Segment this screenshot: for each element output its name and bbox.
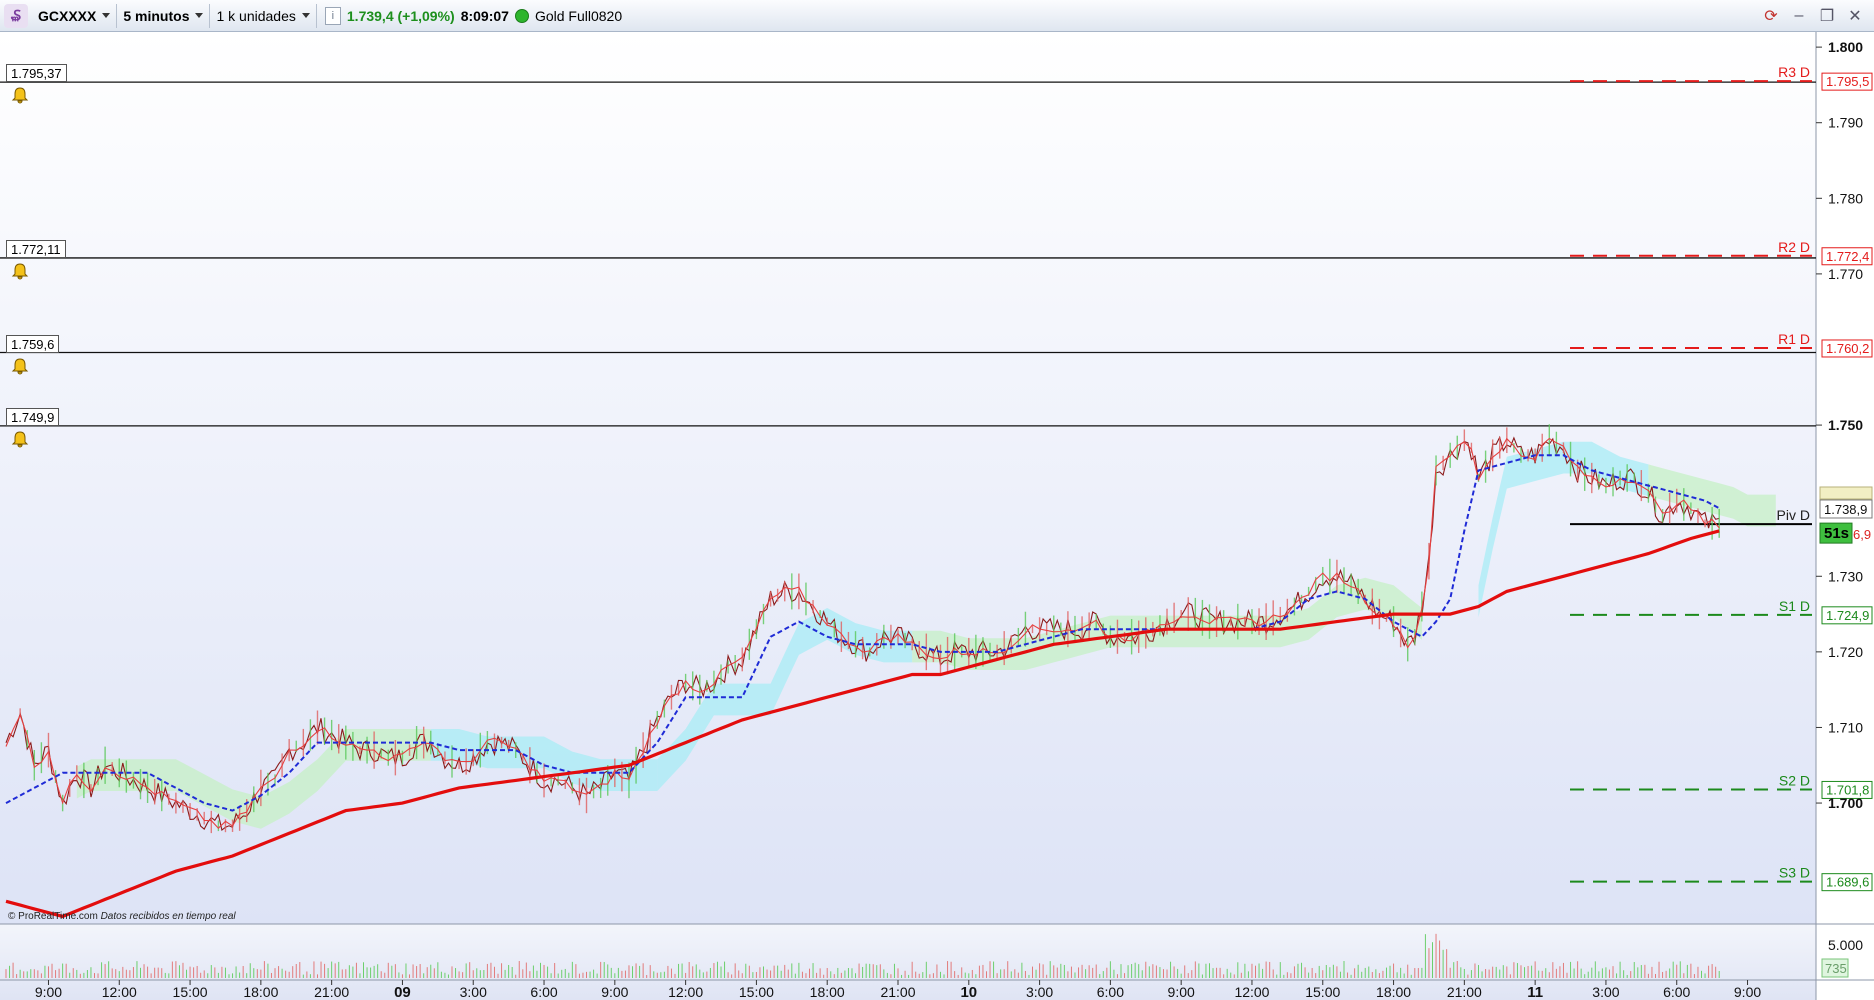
attribution-note: Datos recibidos en tiempo real bbox=[100, 911, 236, 922]
x-tick-label: 18:00 bbox=[1376, 984, 1411, 1000]
x-tick-label: 9:00 bbox=[35, 984, 62, 1000]
pivot-name: S1 D bbox=[1779, 598, 1810, 614]
product-name: Gold Full0820 bbox=[534, 7, 623, 24]
alert-level-label[interactable]: 1.759,6 bbox=[6, 334, 60, 353]
info-icon[interactable]: i bbox=[324, 6, 341, 25]
instrument-label: GCXXXX bbox=[38, 7, 97, 24]
price-chart[interactable]: R3 D 1.795,5 R2 D 1.772,4 R1 D 1.760,2 Piv D S1… bbox=[0, 32, 1874, 1000]
pivot-value-label: 1.772,4 bbox=[1826, 249, 1869, 264]
y-tick-label: 1.770 bbox=[1828, 266, 1863, 282]
x-tick-label: 15:00 bbox=[1305, 984, 1340, 1000]
prorealtime-logo-icon: ₷ bbox=[4, 3, 28, 28]
alert-bell-icon[interactable] bbox=[11, 357, 29, 375]
price-marker-band bbox=[1819, 486, 1873, 500]
partial-price-label: 6,9 bbox=[1853, 527, 1871, 542]
alert-level-label[interactable]: 1.795,37 bbox=[6, 64, 67, 83]
pivot-name: S2 D bbox=[1779, 772, 1810, 788]
volume-axis-tick: 5.000 bbox=[1828, 937, 1863, 953]
attribution-brand: © ProRealTime.com bbox=[8, 911, 98, 922]
close-icon[interactable]: ✕ bbox=[1846, 7, 1864, 25]
pivot-name: Piv D bbox=[1777, 507, 1810, 523]
x-tick-label: 3:00 bbox=[1026, 984, 1053, 1000]
x-tick-label: 12:00 bbox=[1234, 984, 1269, 1000]
timeframe-label: 5 minutos bbox=[123, 7, 190, 24]
last-price: 1.739,4 (+1,09%) bbox=[346, 7, 455, 24]
pivot-name: R1 D bbox=[1778, 331, 1810, 347]
price-markers: 1.738,9 51s 6,9 bbox=[1819, 486, 1873, 544]
pivot-value-label: 1.724,9 bbox=[1826, 608, 1869, 623]
chevron-down-icon bbox=[301, 13, 310, 18]
toolbar: ₷ GCXXXX 5 minutos 1 k unidades i 1.739,… bbox=[0, 0, 1874, 32]
y-tick-label: 1.700 bbox=[1828, 795, 1863, 811]
x-tick-label: 21:00 bbox=[314, 984, 349, 1000]
window-controls: ⟳ – ❐ ✕ bbox=[1762, 7, 1874, 25]
y-tick-label: 1.800 bbox=[1828, 39, 1863, 55]
countdown-label: 51s bbox=[1824, 525, 1849, 542]
restore-icon[interactable]: ❐ bbox=[1818, 7, 1836, 25]
y-tick-label: 1.750 bbox=[1828, 417, 1863, 433]
x-tick-label: 3:00 bbox=[1592, 984, 1619, 1000]
sync-icon[interactable]: ⟳ bbox=[1762, 7, 1780, 25]
pivot-name: S3 D bbox=[1779, 865, 1810, 881]
pivot-value-label: 1.795,5 bbox=[1826, 74, 1869, 89]
x-tick-label: 9:00 bbox=[1734, 984, 1761, 1000]
x-tick-label: 21:00 bbox=[880, 984, 915, 1000]
x-tick-label: 09 bbox=[394, 984, 411, 1000]
volume-current-label: 735 bbox=[1825, 961, 1847, 976]
x-tick-label: 6:00 bbox=[530, 984, 557, 1000]
x-tick-label: 6:00 bbox=[1097, 984, 1124, 1000]
units-label: 1 k unidades bbox=[216, 7, 296, 24]
y-tick-label: 1.710 bbox=[1828, 719, 1863, 735]
y-tick-label: 1.730 bbox=[1828, 568, 1863, 584]
x-tick-label: 11 bbox=[1527, 984, 1543, 1000]
x-tick-label: 6:00 bbox=[1663, 984, 1690, 1000]
realtime-status-icon bbox=[514, 8, 529, 23]
units-selector[interactable]: 1 k unidades bbox=[210, 3, 317, 28]
chevron-down-icon bbox=[195, 13, 204, 18]
current-price-label: 1.738,9 bbox=[1824, 502, 1867, 517]
alert-bell-icon[interactable] bbox=[11, 262, 29, 280]
pivot-name: R3 D bbox=[1778, 64, 1810, 80]
alert-level-label[interactable]: 1.772,11 bbox=[6, 239, 66, 258]
pivot-value-label: 1.760,2 bbox=[1826, 341, 1869, 356]
x-tick-label: 15:00 bbox=[173, 984, 208, 1000]
y-tick-label: 1.790 bbox=[1828, 115, 1863, 131]
timeframe-selector[interactable]: 5 minutos bbox=[117, 3, 211, 28]
instrument-selector[interactable]: GCXXXX bbox=[32, 3, 118, 28]
x-tick-label: 3:00 bbox=[460, 984, 487, 1000]
alert-bell-icon[interactable] bbox=[11, 86, 29, 104]
y-tick-label: 1.720 bbox=[1828, 644, 1863, 660]
x-tick-label: 10 bbox=[960, 984, 977, 1000]
pivot-name: R2 D bbox=[1778, 239, 1810, 255]
minimize-icon[interactable]: – bbox=[1790, 7, 1808, 25]
x-tick-label: 21:00 bbox=[1447, 984, 1482, 1000]
quote-time: 8:09:07 bbox=[460, 7, 509, 24]
attribution: © ProRealTime.com Datos recibidos en tie… bbox=[8, 911, 236, 922]
x-tick-label: 12:00 bbox=[668, 984, 703, 1000]
x-tick-label: 9:00 bbox=[1168, 984, 1195, 1000]
x-tick-label: 18:00 bbox=[810, 984, 845, 1000]
pivot-value-label: 1.689,6 bbox=[1826, 875, 1869, 890]
x-tick-label: 18:00 bbox=[243, 984, 278, 1000]
y-tick-label: 1.780 bbox=[1828, 190, 1863, 206]
alert-level-label[interactable]: 1.749,9 bbox=[6, 407, 60, 426]
quote-info: i 1.739,4 (+1,09%) 8:09:07 Gold Full0820 bbox=[317, 4, 628, 28]
alert-bell-icon[interactable] bbox=[11, 430, 29, 448]
chevron-down-icon bbox=[102, 13, 111, 18]
x-tick-label: 15:00 bbox=[739, 984, 774, 1000]
x-tick-label: 9:00 bbox=[601, 984, 628, 1000]
x-tick-label: 12:00 bbox=[102, 984, 137, 1000]
